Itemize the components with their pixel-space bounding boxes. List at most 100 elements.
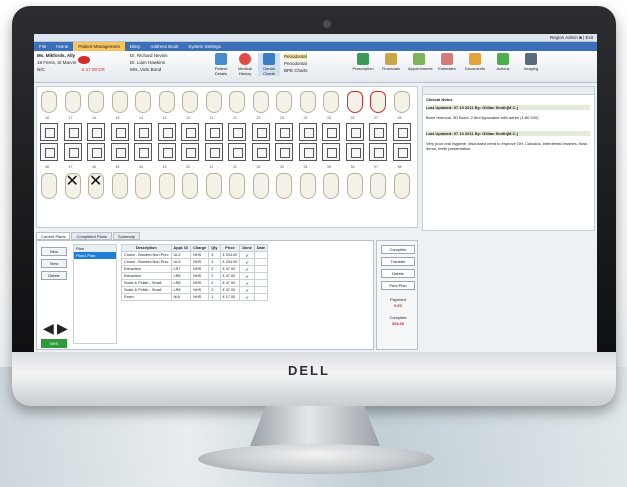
plan-row[interactable]: Extraction LR7 NHS 2 £ 47.00 ✔ <box>121 265 269 273</box>
dental-chart[interactable]: 18 48 17 47 ✕ 16 46 ✕ 15 45 14 44 13 43 12 42 11 41 21 31 22… <box>36 86 418 228</box>
upper-tooth[interactable] <box>393 91 410 113</box>
lower-surface-grid[interactable] <box>204 143 223 161</box>
upper-surface-grid[interactable] <box>345 123 364 141</box>
imaging-button[interactable]: Imaging <box>520 53 542 71</box>
upper-surface-grid[interactable] <box>251 123 270 141</box>
upper-tooth[interactable] <box>370 91 386 113</box>
upper-surface-grid[interactable] <box>87 123 105 141</box>
upper-tooth[interactable] <box>205 91 222 113</box>
lower-tooth[interactable] <box>205 173 222 199</box>
plan-row[interactable]: Scale & Polish - Small LR8 NHS 2 £ 47.00 ✔ <box>121 279 269 287</box>
plan-list-item[interactable]: Plan1 Plan <box>74 252 116 259</box>
lower-surface-grid[interactable] <box>228 143 246 161</box>
upper-surface-grid[interactable] <box>134 123 152 141</box>
lower-tooth[interactable] <box>370 173 386 199</box>
tab-file[interactable]: File <box>34 42 51 51</box>
new-plan-button[interactable]: New <box>41 247 67 256</box>
lower-tooth[interactable] <box>299 173 316 199</box>
lower-surface-grid[interactable] <box>63 143 82 161</box>
upper-tooth[interactable] <box>299 91 316 113</box>
lower-tooth[interactable] <box>346 173 363 199</box>
dental-charts-button[interactable]: Dental Charts <box>258 53 280 76</box>
lower-tooth[interactable] <box>41 173 57 199</box>
appointments-button[interactable]: Appointments <box>408 53 432 71</box>
upper-surface-grid[interactable] <box>63 123 82 141</box>
lower-tooth[interactable] <box>393 173 410 199</box>
upper-surface-grid[interactable] <box>204 123 223 141</box>
delete-plan-button[interactable]: Delete <box>41 271 67 280</box>
medical-history-button[interactable]: Medical History <box>234 53 256 76</box>
lower-surface-grid[interactable] <box>40 143 58 161</box>
tab-system-settings[interactable]: System Settings <box>183 42 226 51</box>
delete-button[interactable]: Delete <box>381 269 415 278</box>
upper-tooth[interactable] <box>229 91 245 113</box>
plan-row[interactable]: Exam N/A NHS 1 £ 17.00 ✔ <box>121 293 269 301</box>
lower-surface-grid[interactable] <box>251 143 270 161</box>
tab-summary[interactable]: Summary <box>112 232 141 240</box>
lower-tooth[interactable] <box>158 173 175 199</box>
lower-tooth[interactable] <box>182 173 198 199</box>
financials-button[interactable]: Financials <box>380 53 402 71</box>
upper-tooth[interactable] <box>346 91 363 113</box>
plan-row[interactable]: Crown - Bonded Non-Prec UL5 NHS 3 £ 204.00 ✔ <box>121 251 269 259</box>
upper-surface-grid[interactable] <box>110 123 129 141</box>
upper-surface-grid[interactable] <box>275 123 293 141</box>
periodontal-1[interactable]: Periodontal <box>284 54 307 59</box>
patient-details-button[interactable]: Patient Details <box>210 53 232 76</box>
upper-surface-grid[interactable] <box>228 123 246 141</box>
lower-surface-grid[interactable] <box>369 143 387 161</box>
tab-current-plans[interactable]: Current Plans <box>36 232 71 240</box>
estimates-button[interactable]: Estimates <box>436 53 458 71</box>
tab-address-book[interactable]: Address Book <box>145 42 183 51</box>
documents-button[interactable]: Documents <box>464 53 486 71</box>
lower-surface-grid[interactable] <box>298 143 317 161</box>
transfer-button[interactable]: Transfer <box>381 257 415 266</box>
upper-tooth[interactable] <box>135 91 151 113</box>
lower-surface-grid[interactable] <box>157 143 176 161</box>
upper-tooth[interactable] <box>64 91 81 113</box>
lower-tooth[interactable] <box>135 173 151 199</box>
upper-tooth[interactable] <box>111 91 128 113</box>
bpe-charts[interactable]: BPE Charts <box>284 68 308 73</box>
tab-completed-plans[interactable]: Completed Plans <box>71 232 112 240</box>
tab-diary[interactable]: Diary <box>125 42 146 51</box>
upper-tooth[interactable] <box>88 91 104 113</box>
periodontal-2[interactable]: Periodontal <box>284 61 307 66</box>
lower-tooth[interactable] <box>229 173 245 199</box>
upper-tooth[interactable] <box>158 91 175 113</box>
lower-surface-grid[interactable] <box>322 143 340 161</box>
upper-tooth[interactable] <box>323 91 339 113</box>
lower-surface-grid[interactable] <box>345 143 364 161</box>
upper-surface-grid[interactable] <box>392 123 411 141</box>
upper-surface-grid[interactable] <box>298 123 317 141</box>
lower-tooth[interactable] <box>323 173 339 199</box>
lower-surface-grid[interactable] <box>87 143 105 161</box>
plan-row[interactable]: Scale & Polish - Small LR8 NHS 2 £ 47.00 ✔ <box>121 286 269 294</box>
tab-home[interactable]: Home <box>51 42 73 51</box>
upper-surface-grid[interactable] <box>369 123 387 141</box>
lower-surface-grid[interactable] <box>181 143 199 161</box>
upper-tooth[interactable] <box>252 91 269 113</box>
next-arrow-icon[interactable]: ▶ <box>57 321 68 335</box>
lower-surface-grid[interactable] <box>392 143 411 161</box>
print-plan-button[interactable]: Print Plan <box>381 281 415 290</box>
lower-surface-grid[interactable] <box>134 143 152 161</box>
upper-tooth[interactable] <box>182 91 198 113</box>
tab-patient-management[interactable]: Patient Management <box>73 42 125 51</box>
plan-row[interactable]: Crown - Bonded Non-Prec UL5 NHS 3 £ 204.00 ✔ <box>121 258 269 266</box>
lower-tooth[interactable] <box>252 173 269 199</box>
lower-tooth[interactable] <box>276 173 292 199</box>
plan-row[interactable]: Extraction LR8 NHS 2 £ 47.00 ✔ <box>121 272 269 280</box>
upper-surface-grid[interactable] <box>181 123 199 141</box>
view-plan-button[interactable]: View <box>41 259 67 268</box>
actions-button[interactable]: Actions <box>492 53 514 71</box>
upper-tooth[interactable] <box>41 91 57 113</box>
prescription-button[interactable]: Prescription <box>352 53 374 71</box>
upper-surface-grid[interactable] <box>322 123 340 141</box>
lower-surface-grid[interactable] <box>110 143 129 161</box>
upper-tooth[interactable] <box>276 91 292 113</box>
upper-surface-grid[interactable] <box>157 123 176 141</box>
lower-surface-grid[interactable] <box>275 143 293 161</box>
lower-tooth[interactable] <box>111 173 128 199</box>
complete-button[interactable]: Complete <box>381 245 415 254</box>
